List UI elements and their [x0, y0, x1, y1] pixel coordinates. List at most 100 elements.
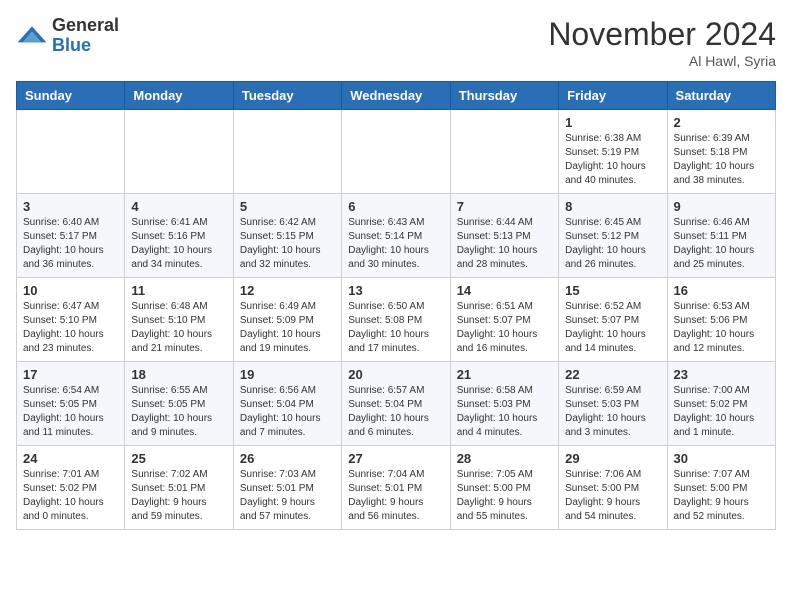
day-number: 23	[674, 367, 769, 382]
day-info: Sunrise: 6:50 AM Sunset: 5:08 PM Dayligh…	[348, 300, 443, 356]
day-cell: 7 Sunrise: 6:44 AM Sunset: 5:13 PM Daylig…	[450, 194, 558, 278]
day-cell: 3 Sunrise: 6:40 AM Sunset: 5:17 PM Daylig…	[17, 194, 125, 278]
day-info: Sunrise: 6:58 AM Sunset: 5:03 PM Dayligh…	[457, 384, 552, 440]
day-cell: 13 Sunrise: 6:50 AM Sunset: 5:08 PM Dayli…	[342, 278, 450, 362]
day-info: Sunrise: 7:07 AM Sunset: 5:00 PM Dayligh…	[674, 468, 769, 524]
day-number: 20	[348, 367, 443, 382]
month-title: November 2024	[548, 16, 776, 53]
weekday-header-friday: Friday	[559, 82, 667, 110]
week-row-3: 10 Sunrise: 6:47 AM Sunset: 5:10 PM Dayli…	[17, 278, 776, 362]
day-number: 26	[240, 451, 335, 466]
day-info: Sunrise: 6:43 AM Sunset: 5:14 PM Dayligh…	[348, 216, 443, 272]
day-number: 4	[131, 199, 226, 214]
day-info: Sunrise: 6:39 AM Sunset: 5:18 PM Dayligh…	[674, 132, 769, 188]
day-number: 12	[240, 283, 335, 298]
day-info: Sunrise: 6:40 AM Sunset: 5:17 PM Dayligh…	[23, 216, 118, 272]
day-number: 5	[240, 199, 335, 214]
day-info: Sunrise: 6:42 AM Sunset: 5:15 PM Dayligh…	[240, 216, 335, 272]
day-number: 19	[240, 367, 335, 382]
day-cell: 15 Sunrise: 6:52 AM Sunset: 5:07 PM Dayli…	[559, 278, 667, 362]
day-number: 14	[457, 283, 552, 298]
logo-blue: Blue	[52, 35, 91, 55]
day-info: Sunrise: 6:38 AM Sunset: 5:19 PM Dayligh…	[565, 132, 660, 188]
day-info: Sunrise: 6:44 AM Sunset: 5:13 PM Dayligh…	[457, 216, 552, 272]
day-number: 1	[565, 115, 660, 130]
day-number: 2	[674, 115, 769, 130]
day-number: 21	[457, 367, 552, 382]
day-cell: 1 Sunrise: 6:38 AM Sunset: 5:19 PM Daylig…	[559, 110, 667, 194]
day-cell: 20 Sunrise: 6:57 AM Sunset: 5:04 PM Dayli…	[342, 362, 450, 446]
day-info: Sunrise: 7:02 AM Sunset: 5:01 PM Dayligh…	[131, 468, 226, 524]
weekday-header-row: SundayMondayTuesdayWednesdayThursdayFrid…	[17, 82, 776, 110]
day-info: Sunrise: 7:01 AM Sunset: 5:02 PM Dayligh…	[23, 468, 118, 524]
day-number: 6	[348, 199, 443, 214]
day-number: 10	[23, 283, 118, 298]
day-info: Sunrise: 6:48 AM Sunset: 5:10 PM Dayligh…	[131, 300, 226, 356]
day-number: 11	[131, 283, 226, 298]
day-number: 13	[348, 283, 443, 298]
day-number: 16	[674, 283, 769, 298]
day-cell: 5 Sunrise: 6:42 AM Sunset: 5:15 PM Daylig…	[233, 194, 341, 278]
week-row-2: 3 Sunrise: 6:40 AM Sunset: 5:17 PM Daylig…	[17, 194, 776, 278]
day-cell: 19Sunrise: 6:56 AM Sunset: 5:04 PM Dayli…	[233, 362, 341, 446]
day-number: 28	[457, 451, 552, 466]
day-number: 27	[348, 451, 443, 466]
day-cell: 4Sunrise: 6:41 AM Sunset: 5:16 PM Daylig…	[125, 194, 233, 278]
day-info: Sunrise: 6:54 AM Sunset: 5:05 PM Dayligh…	[23, 384, 118, 440]
logo-general: General	[52, 15, 119, 35]
weekday-header-wednesday: Wednesday	[342, 82, 450, 110]
day-number: 15	[565, 283, 660, 298]
day-cell: 28 Sunrise: 7:05 AM Sunset: 5:00 PM Dayli…	[450, 446, 558, 530]
day-cell: 21 Sunrise: 6:58 AM Sunset: 5:03 PM Dayli…	[450, 362, 558, 446]
day-cell: 25Sunrise: 7:02 AM Sunset: 5:01 PM Dayli…	[125, 446, 233, 530]
day-cell: 30Sunrise: 7:07 AM Sunset: 5:00 PM Dayli…	[667, 446, 775, 530]
day-cell: 8Sunrise: 6:45 AM Sunset: 5:12 PM Daylig…	[559, 194, 667, 278]
title-block: November 2024 Al Hawl, Syria	[548, 16, 776, 69]
day-info: Sunrise: 6:59 AM Sunset: 5:03 PM Dayligh…	[565, 384, 660, 440]
day-info: Sunrise: 7:00 AM Sunset: 5:02 PM Dayligh…	[674, 384, 769, 440]
week-row-5: 24 Sunrise: 7:01 AM Sunset: 5:02 PM Dayli…	[17, 446, 776, 530]
day-cell: 22 Sunrise: 6:59 AM Sunset: 5:03 PM Dayli…	[559, 362, 667, 446]
day-cell	[17, 110, 125, 194]
day-number: 29	[565, 451, 660, 466]
day-number: 17	[23, 367, 118, 382]
day-cell: 26 Sunrise: 7:03 AM Sunset: 5:01 PM Dayli…	[233, 446, 341, 530]
week-row-1: 1 Sunrise: 6:38 AM Sunset: 5:19 PM Daylig…	[17, 110, 776, 194]
day-info: Sunrise: 7:05 AM Sunset: 5:00 PM Dayligh…	[457, 468, 552, 524]
page-header: General Blue November 2024 Al Hawl, Syri…	[16, 16, 776, 69]
weekday-header-thursday: Thursday	[450, 82, 558, 110]
day-cell: 14Sunrise: 6:51 AM Sunset: 5:07 PM Dayli…	[450, 278, 558, 362]
day-number: 22	[565, 367, 660, 382]
day-cell	[450, 110, 558, 194]
day-cell: 24 Sunrise: 7:01 AM Sunset: 5:02 PM Dayli…	[17, 446, 125, 530]
day-number: 24	[23, 451, 118, 466]
logo-icon	[16, 20, 48, 52]
day-cell	[342, 110, 450, 194]
day-info: Sunrise: 6:53 AM Sunset: 5:06 PM Dayligh…	[674, 300, 769, 356]
day-info: Sunrise: 7:04 AM Sunset: 5:01 PM Dayligh…	[348, 468, 443, 524]
day-number: 18	[131, 367, 226, 382]
day-info: Sunrise: 6:47 AM Sunset: 5:10 PM Dayligh…	[23, 300, 118, 356]
day-cell: 12 Sunrise: 6:49 AM Sunset: 5:09 PM Dayli…	[233, 278, 341, 362]
day-cell: 23 Sunrise: 7:00 AM Sunset: 5:02 PM Dayli…	[667, 362, 775, 446]
day-cell: 29 Sunrise: 7:06 AM Sunset: 5:00 PM Dayli…	[559, 446, 667, 530]
weekday-header-monday: Monday	[125, 82, 233, 110]
day-info: Sunrise: 7:06 AM Sunset: 5:00 PM Dayligh…	[565, 468, 660, 524]
day-info: Sunrise: 6:52 AM Sunset: 5:07 PM Dayligh…	[565, 300, 660, 356]
day-number: 3	[23, 199, 118, 214]
day-cell	[125, 110, 233, 194]
day-info: Sunrise: 7:03 AM Sunset: 5:01 PM Dayligh…	[240, 468, 335, 524]
day-cell	[233, 110, 341, 194]
day-info: Sunrise: 6:46 AM Sunset: 5:11 PM Dayligh…	[674, 216, 769, 272]
day-number: 8	[565, 199, 660, 214]
day-cell: 27 Sunrise: 7:04 AM Sunset: 5:01 PM Dayli…	[342, 446, 450, 530]
day-cell: 18Sunrise: 6:55 AM Sunset: 5:05 PM Dayli…	[125, 362, 233, 446]
day-info: Sunrise: 6:57 AM Sunset: 5:04 PM Dayligh…	[348, 384, 443, 440]
day-number: 9	[674, 199, 769, 214]
day-cell: 9 Sunrise: 6:46 AM Sunset: 5:11 PM Daylig…	[667, 194, 775, 278]
day-cell: 10 Sunrise: 6:47 AM Sunset: 5:10 PM Dayli…	[17, 278, 125, 362]
day-info: Sunrise: 6:49 AM Sunset: 5:09 PM Dayligh…	[240, 300, 335, 356]
day-number: 7	[457, 199, 552, 214]
weekday-header-tuesday: Tuesday	[233, 82, 341, 110]
weekday-header-sunday: Sunday	[17, 82, 125, 110]
